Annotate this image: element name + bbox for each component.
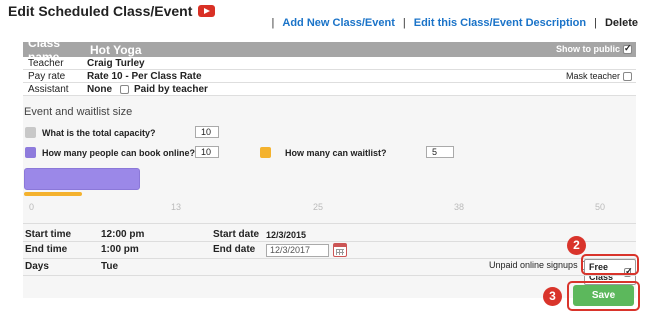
pay-rate-label: Pay rate — [28, 70, 66, 82]
assistant-value[interactable]: None — [87, 84, 112, 95]
days-value[interactable]: Tue — [101, 261, 118, 272]
online-booking-swatch — [25, 147, 36, 158]
assistant-row: Assistant None Paid by teacher — [23, 83, 636, 96]
waitlist-row: How many can waitlist? — [260, 147, 387, 158]
scale-tick: 25 — [313, 202, 324, 212]
scale-tick: 0 — [29, 202, 35, 212]
unpaid-online-signups[interactable]: Unpaid online signups — [489, 260, 590, 270]
scale-tick: 50 — [595, 202, 606, 212]
teacher-value[interactable]: Craig Turley — [87, 58, 145, 69]
divider — [23, 258, 636, 259]
teacher-row: Teacher Craig Turley — [23, 57, 636, 70]
show-to-public-checkbox[interactable] — [623, 43, 632, 54]
add-new-class-link[interactable]: Add New Class/Event — [282, 17, 394, 29]
scale-tick: 13 — [171, 202, 182, 212]
waitlist-input[interactable]: 5 — [426, 146, 454, 158]
paid-by-teacher-checkbox[interactable] — [120, 84, 129, 94]
class-name-value: Hot Yoga — [90, 42, 142, 57]
end-date-input[interactable]: 12/3/2017 — [266, 244, 329, 257]
teacher-label: Teacher — [28, 57, 64, 69]
start-time-label: Start time — [25, 229, 72, 240]
capacity-bar — [24, 168, 140, 190]
pay-rate-row: Pay rate Rate 10 - Per Class Rate Mask t… — [23, 70, 636, 83]
total-capacity-input[interactable]: 10 — [195, 126, 219, 138]
divider — [23, 241, 636, 242]
class-name-header: Class name Hot Yoga Show to public — [23, 36, 636, 64]
show-to-public[interactable]: Show to public — [556, 43, 632, 54]
step-3-badge: 3 — [543, 287, 562, 306]
divider — [23, 223, 636, 224]
free-class-highlight — [581, 254, 639, 275]
calendar-icon[interactable] — [333, 243, 347, 257]
days-label: Days — [25, 261, 49, 272]
save-button[interactable]: Save — [573, 285, 634, 306]
link-separator: | — [402, 17, 406, 29]
paid-by-teacher-label: Paid by teacher — [134, 83, 208, 95]
link-separator: | — [271, 17, 275, 29]
start-date-value: 12/3/2015 — [266, 230, 307, 240]
waitlist-swatch — [260, 147, 271, 158]
online-booking-row: How many people can book online? — [25, 147, 195, 158]
delete-link[interactable]: Delete — [605, 17, 638, 29]
waitlist-bar — [24, 192, 82, 196]
end-time-value[interactable]: 1:00 pm — [101, 244, 139, 255]
divider — [23, 275, 636, 276]
start-time-value[interactable]: 12:00 pm — [101, 229, 144, 240]
online-booking-input[interactable]: 10 — [195, 146, 219, 158]
show-to-public-label: Show to public — [556, 44, 620, 54]
assistant-label: Assistant — [28, 83, 69, 95]
end-time-label: End time — [25, 244, 68, 255]
unpaid-online-signups-label: Unpaid online signups — [489, 260, 578, 270]
step-2-badge: 2 — [567, 236, 586, 255]
event-size-title: Event and waitlist size — [24, 106, 133, 118]
mask-teacher-checkbox[interactable] — [623, 71, 632, 81]
edit-description-link[interactable]: Edit this Class/Event Description — [414, 17, 586, 29]
top-links: | Add New Class/Event | Edit this Class/… — [264, 17, 638, 29]
mask-teacher-label: Mask teacher — [565, 71, 620, 81]
youtube-play-icon[interactable] — [198, 5, 216, 17]
scale-tick: 38 — [454, 202, 465, 212]
online-booking-question: How many people can book online? — [42, 147, 196, 158]
start-date-label: Start date — [213, 229, 260, 240]
total-capacity-question: What is the total capacity? — [42, 127, 156, 138]
pay-rate-value[interactable]: Rate 10 - Per Class Rate — [87, 71, 202, 82]
waitlist-question: How many can waitlist? — [285, 147, 387, 158]
title-row: Edit Scheduled Class/Event — [8, 3, 216, 19]
end-date-label: End date — [213, 244, 256, 255]
total-capacity-swatch — [25, 127, 36, 138]
page-title: Edit Scheduled Class/Event — [8, 3, 193, 19]
total-capacity-row: What is the total capacity? — [25, 127, 156, 138]
class-panel: Class name Hot Yoga Show to public Teach… — [23, 36, 636, 298]
link-separator: | — [594, 17, 597, 29]
mask-teacher[interactable]: Mask teacher — [566, 71, 632, 81]
